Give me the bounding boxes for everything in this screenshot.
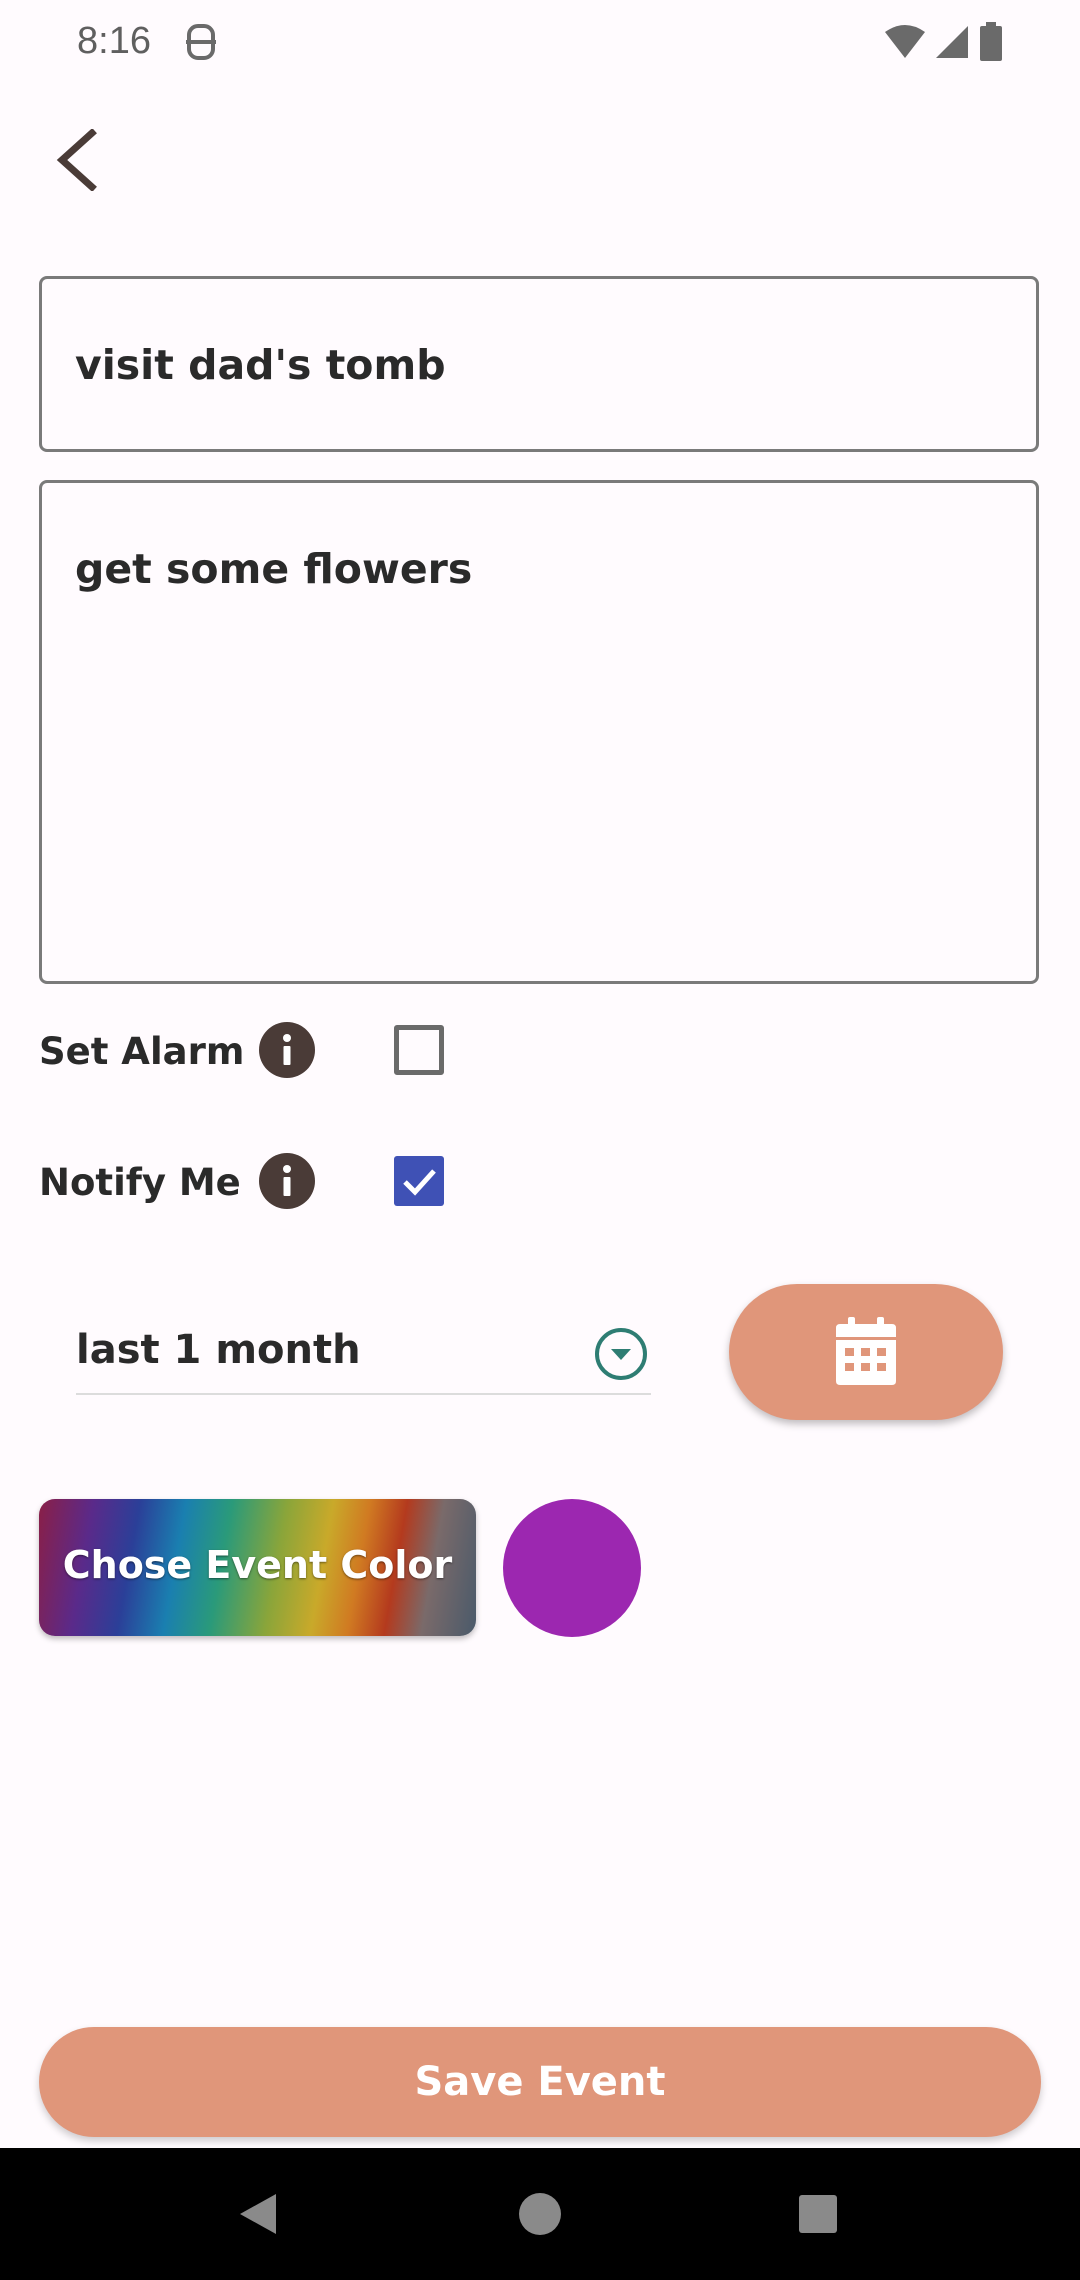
check-icon — [403, 1169, 436, 1196]
set-alarm-row: Set Alarm — [39, 1022, 459, 1082]
status-icons — [884, 22, 1004, 62]
nav-recents-button[interactable] — [782, 2178, 854, 2250]
nav-home-icon — [519, 2193, 561, 2235]
save-event-button[interactable]: Save Event — [39, 2027, 1041, 2137]
choose-color-label: Chose Event Color — [62, 1543, 453, 1587]
notify-interval-dropdown[interactable]: last 1 month — [76, 1305, 651, 1395]
nav-home-button[interactable] — [504, 2178, 576, 2250]
set-alarm-checkbox[interactable] — [394, 1025, 444, 1075]
system-nav-bar — [0, 2148, 1080, 2280]
event-title-value: visit dad's tomb — [75, 341, 446, 389]
info-icon[interactable] — [259, 1153, 315, 1209]
set-alarm-label: Set Alarm — [39, 1030, 245, 1073]
notify-interval-value: last 1 month — [76, 1327, 361, 1373]
notify-me-row: Notify Me — [39, 1153, 459, 1213]
calendar-icon — [836, 1317, 896, 1385]
status-time: 8:16 — [77, 20, 151, 62]
event-description-value: get some flowers — [75, 545, 473, 593]
nav-back-button[interactable] — [222, 2178, 294, 2250]
notify-me-label: Notify Me — [39, 1161, 241, 1204]
battery-icon — [980, 22, 1002, 61]
nav-back-icon — [240, 2194, 276, 2234]
app-notification-icon — [186, 24, 216, 60]
arrow-back-icon — [56, 129, 97, 191]
event-title-field[interactable]: visit dad's tomb — [39, 276, 1039, 452]
save-event-label: Save Event — [414, 2059, 666, 2105]
event-description-field[interactable]: get some flowers — [39, 480, 1039, 984]
back-button[interactable] — [40, 118, 112, 202]
selected-color-swatch[interactable] — [503, 1499, 641, 1637]
chevron-down-circle-icon — [595, 1328, 647, 1380]
status-bar: 8:16 — [0, 0, 1080, 88]
info-icon[interactable] — [259, 1022, 315, 1078]
add-event-screen: 8:16 visit dad's tomb get some flowers S… — [0, 0, 1080, 2280]
cell-signal-icon — [936, 26, 968, 58]
nav-recents-icon — [799, 2195, 837, 2233]
choose-color-button[interactable]: Chose Event Color — [39, 1499, 476, 1636]
wifi-icon — [885, 25, 925, 58]
pick-date-button[interactable] — [729, 1284, 1003, 1420]
notify-me-checkbox[interactable] — [394, 1156, 444, 1206]
